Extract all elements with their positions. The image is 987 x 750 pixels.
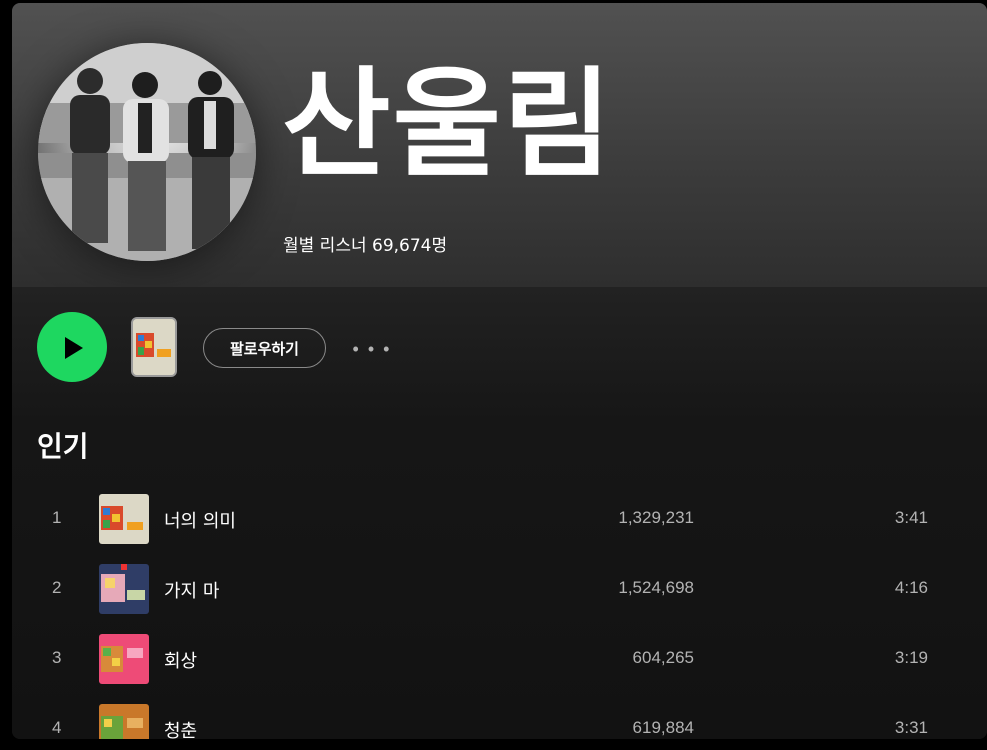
album-cover-icon <box>99 494 149 544</box>
track-rank: 2 <box>52 578 62 597</box>
track-title[interactable]: 가지 마 <box>164 577 219 603</box>
track-play-count: 604,265 <box>632 648 694 667</box>
artist-avatar <box>38 43 256 261</box>
album-cover-icon <box>99 564 149 614</box>
track-cover <box>99 634 149 684</box>
track-duration: 3:41 <box>894 508 928 527</box>
track-row[interactable]: 4 청춘 619,884 3:31 <box>12 699 987 739</box>
track-title[interactable]: 회상 <box>164 647 197 673</box>
artist-header: 산울림 월별 리스너 69,674명 <box>12 3 987 287</box>
track-title[interactable]: 너의 의미 <box>164 507 236 533</box>
play-icon <box>65 337 83 359</box>
track-rank: 1 <box>52 508 62 527</box>
track-title[interactable]: 청춘 <box>164 717 197 739</box>
track-duration: 4:16 <box>894 578 928 597</box>
artist-page: 산울림 월별 리스너 69,674명 팔로우하기 • • • 인기 1 너의 의… <box>12 3 987 739</box>
monthly-listeners: 월별 리스너 69,674명 <box>283 236 448 256</box>
track-play-count: 1,329,231 <box>618 508 694 527</box>
album-cover-icon <box>133 319 175 375</box>
track-cover <box>99 704 149 739</box>
track-cover <box>99 564 149 614</box>
track-play-count: 1,524,698 <box>618 578 694 597</box>
track-row[interactable]: 3 회상 604,265 3:19 <box>12 629 987 689</box>
popular-section-title: 인기 <box>37 430 89 463</box>
album-cover-icon <box>99 634 149 684</box>
artist-name: 산울림 <box>282 55 614 193</box>
album-cover-icon <box>99 704 149 739</box>
track-rank: 4 <box>52 718 62 737</box>
artist-content: 팔로우하기 • • • 인기 1 너의 의미 1,329,231 3:41 2 <box>12 287 987 739</box>
play-button[interactable] <box>37 312 107 382</box>
track-cover <box>99 494 149 544</box>
track-play-count: 619,884 <box>632 718 694 737</box>
track-row[interactable]: 1 너의 의미 1,329,231 3:41 <box>12 489 987 549</box>
track-rank: 3 <box>52 648 62 667</box>
track-duration: 3:31 <box>894 718 928 737</box>
artist-pick-thumbnail[interactable] <box>131 317 177 377</box>
track-row[interactable]: 2 가지 마 1,524,698 4:16 <box>12 559 987 619</box>
track-duration: 3:19 <box>894 648 928 667</box>
follow-button[interactable]: 팔로우하기 <box>203 328 326 368</box>
more-options-button[interactable]: • • • <box>352 337 392 361</box>
artist-photo <box>38 43 256 261</box>
